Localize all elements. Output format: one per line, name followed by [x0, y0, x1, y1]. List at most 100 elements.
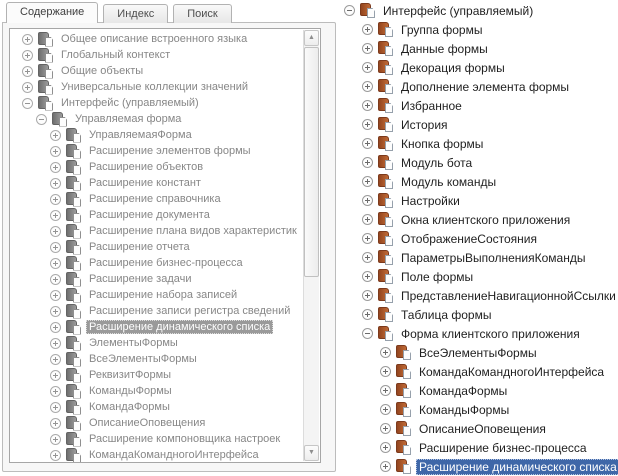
tree-item[interactable]: Универсальные коллекции значений — [10, 79, 303, 95]
expand-icon[interactable] — [362, 43, 373, 54]
tree-item[interactable]: Расширение констант — [10, 175, 303, 191]
expand-icon[interactable] — [362, 176, 373, 187]
tree-item[interactable]: Таблица формы — [340, 305, 618, 324]
tree-item[interactable]: Группа формы — [340, 20, 618, 39]
expand-icon[interactable] — [50, 353, 61, 365]
scrollbar-up-button[interactable]: ▲ — [304, 30, 319, 46]
expand-icon[interactable] — [50, 385, 61, 397]
tree-item[interactable]: КомандаКомандногоИнтерфейса — [340, 362, 618, 381]
tree-item[interactable]: Настройки — [340, 191, 618, 210]
expand-icon[interactable] — [362, 24, 373, 35]
expand-icon[interactable] — [362, 100, 373, 111]
tab-contents[interactable]: Содержание — [6, 2, 99, 23]
tree-item[interactable]: Расширение динамического списка — [340, 457, 618, 476]
scrollbar-thumb[interactable] — [304, 47, 319, 277]
tree-item[interactable]: Расширение записи регистра сведений — [10, 303, 303, 319]
tree-item[interactable]: Модуль бота — [340, 153, 618, 172]
expand-icon[interactable] — [50, 433, 61, 445]
tree-item[interactable]: Расширение справочника — [10, 191, 303, 207]
expand-icon[interactable] — [362, 290, 373, 301]
expand-icon[interactable] — [380, 442, 391, 453]
tree-item[interactable]: КомандаФормы — [10, 399, 303, 415]
expand-icon[interactable] — [22, 49, 33, 61]
tab-index[interactable]: Индекс — [103, 4, 169, 23]
tree-item[interactable]: Интерфейс (управляемый) — [340, 1, 618, 20]
expand-icon[interactable] — [50, 369, 61, 381]
collapse-icon[interactable] — [362, 328, 373, 339]
expand-icon[interactable] — [380, 366, 391, 377]
tree-item[interactable]: Расширение задачи — [10, 271, 303, 287]
expand-icon[interactable] — [50, 257, 61, 269]
tree-item[interactable]: История — [340, 115, 618, 134]
tree-item[interactable]: КомандыФормы — [340, 400, 618, 419]
tab-search[interactable]: Поиск — [173, 4, 232, 23]
tree-item[interactable]: КомандаФормы — [340, 381, 618, 400]
expand-icon[interactable] — [50, 305, 61, 317]
expand-icon[interactable] — [50, 449, 61, 461]
tree-item[interactable]: Избранное — [340, 96, 618, 115]
collapse-icon[interactable] — [22, 97, 33, 109]
collapse-icon[interactable] — [36, 113, 47, 125]
expand-icon[interactable] — [380, 347, 391, 358]
tree-item[interactable]: Глобальный контекст — [10, 47, 303, 63]
expand-icon[interactable] — [380, 385, 391, 396]
tree-item[interactable]: Расширение объектов — [10, 159, 303, 175]
tree-item[interactable]: Кнопка формы — [340, 134, 618, 153]
tree-item[interactable]: РеквизитФормы — [10, 367, 303, 383]
expand-icon[interactable] — [362, 309, 373, 320]
expand-icon[interactable] — [50, 337, 61, 349]
expand-icon[interactable] — [50, 401, 61, 413]
tree-item[interactable]: ВсеЭлементыФормы — [340, 343, 618, 362]
vertical-scrollbar[interactable]: ▲ ▼ — [303, 30, 319, 461]
expand-icon[interactable] — [362, 214, 373, 225]
expand-icon[interactable] — [22, 33, 33, 45]
tree-item[interactable]: ОписаниеОповещения — [340, 419, 618, 438]
tree-item[interactable]: Поле формы — [340, 267, 618, 286]
tree-item[interactable]: Расширение динамического списка — [10, 319, 303, 335]
tree-item[interactable]: Расширение набора записей — [10, 287, 303, 303]
tree-item[interactable]: КомандаКомандногоИнтерфейса — [10, 447, 303, 462]
expand-icon[interactable] — [362, 81, 373, 92]
expand-icon[interactable] — [380, 423, 391, 434]
tree-item[interactable]: ЭлементыФормы — [10, 335, 303, 351]
expand-icon[interactable] — [362, 233, 373, 244]
expand-icon[interactable] — [50, 273, 61, 285]
tree-item[interactable]: Модуль команды — [340, 172, 618, 191]
collapse-icon[interactable] — [344, 5, 355, 16]
expand-icon[interactable] — [362, 157, 373, 168]
expand-icon[interactable] — [362, 271, 373, 282]
expand-icon[interactable] — [380, 461, 391, 472]
expand-icon[interactable] — [50, 289, 61, 301]
tree-item[interactable]: Расширение плана видов характеристик — [10, 223, 303, 239]
expand-icon[interactable] — [50, 161, 61, 173]
expand-icon[interactable] — [362, 138, 373, 149]
tree-item[interactable]: Интерфейс (управляемый) — [10, 95, 303, 111]
tree-item[interactable]: ОписаниеОповещения — [10, 415, 303, 431]
scrollbar-down-button[interactable]: ▼ — [304, 445, 319, 461]
expand-icon[interactable] — [50, 177, 61, 189]
tree-item[interactable]: Данные формы — [340, 39, 618, 58]
tree-item[interactable]: ПараметрыВыполненияКоманды — [340, 248, 618, 267]
tree-item[interactable]: Расширение бизнес-процесса — [340, 438, 618, 457]
expand-icon[interactable] — [362, 62, 373, 73]
expand-icon[interactable] — [362, 119, 373, 130]
expand-icon[interactable] — [50, 225, 61, 237]
expand-icon[interactable] — [50, 241, 61, 253]
expand-icon[interactable] — [50, 417, 61, 429]
expand-icon[interactable] — [22, 65, 33, 77]
expand-icon[interactable] — [50, 321, 61, 333]
expand-icon[interactable] — [50, 209, 61, 221]
tree-item[interactable]: Расширение элементов формы — [10, 143, 303, 159]
tree-item[interactable]: УправляемаяФорма — [10, 127, 303, 143]
tree-item[interactable]: Форма клиентского приложения — [340, 324, 618, 343]
expand-icon[interactable] — [362, 195, 373, 206]
expand-icon[interactable] — [50, 193, 61, 205]
tree-item[interactable]: ОтображениеСостояния — [340, 229, 618, 248]
tree-item[interactable]: Управляемая форма — [10, 111, 303, 127]
expand-icon[interactable] — [50, 145, 61, 157]
tree-item[interactable]: Расширение компоновщика настроек — [10, 431, 303, 447]
tree-item[interactable]: ПредставлениеНавигационнойСсылки — [340, 286, 618, 305]
tree-item[interactable]: Дополнение элемента формы — [340, 77, 618, 96]
tree-item[interactable]: Окна клиентского приложения — [340, 210, 618, 229]
expand-icon[interactable] — [362, 252, 373, 263]
